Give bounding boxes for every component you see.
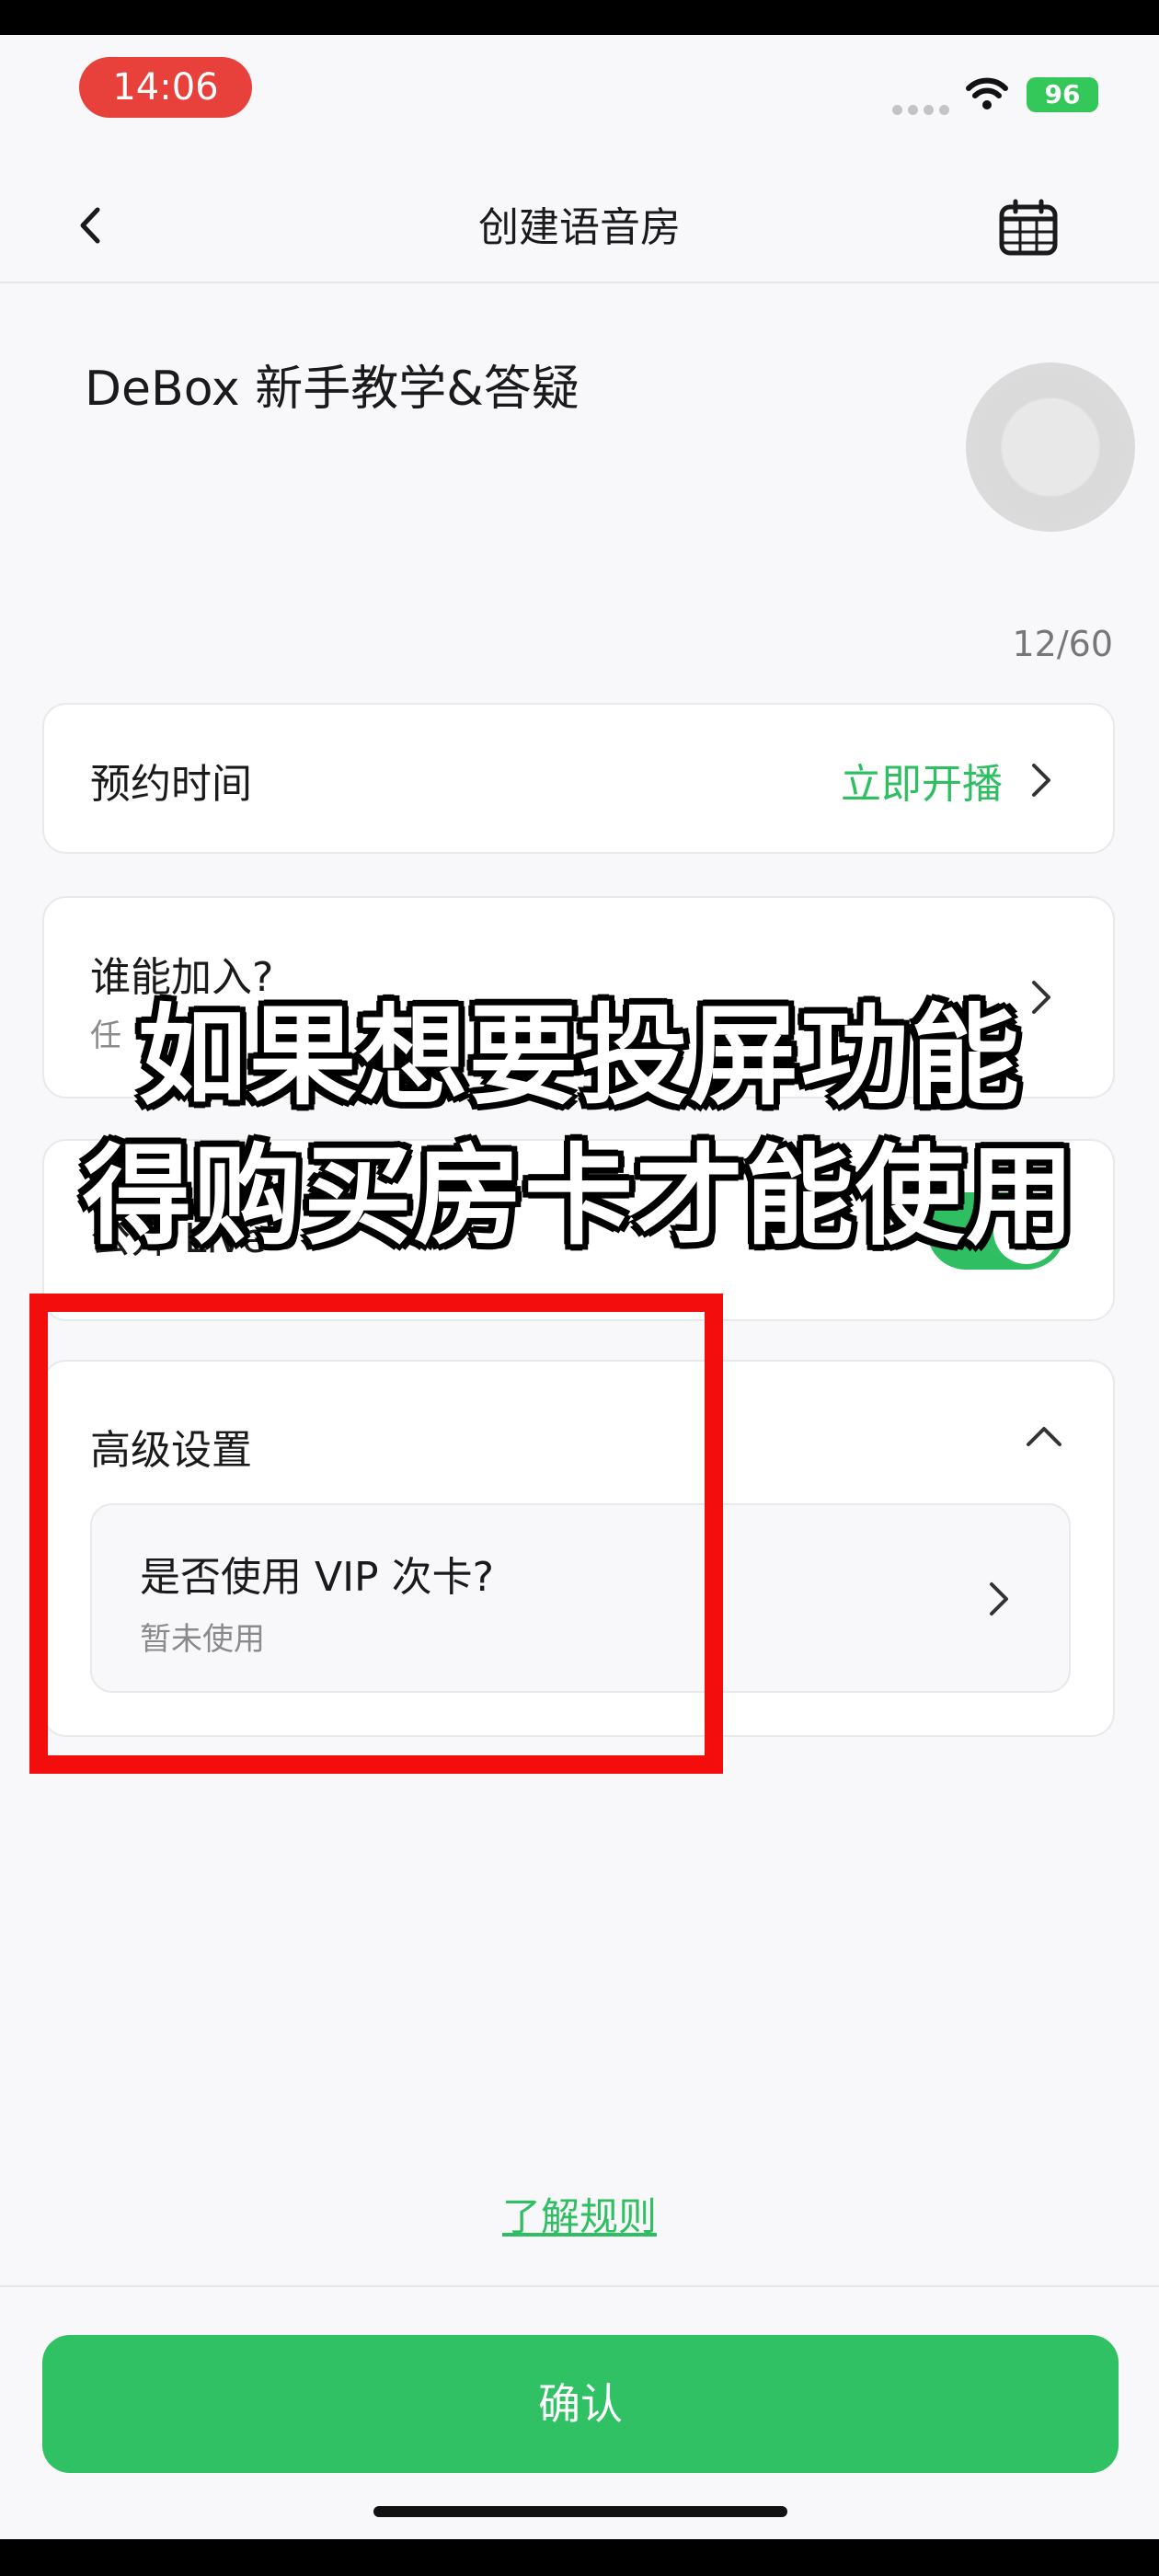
status-bar: 14:06 96 <box>0 35 1159 145</box>
room-name-input[interactable]: DeBox 新手教学&答疑 <box>85 357 580 421</box>
wifi-icon <box>966 77 1008 109</box>
chevron-right-icon <box>1032 764 1050 797</box>
chevron-right-icon <box>990 1582 1008 1616</box>
calendar-icon[interactable] <box>997 199 1060 258</box>
home-indicator <box>373 2506 787 2517</box>
screen: 14:06 96 创建语音房 DeBox 新手教学&答疑 12/60 预约时间 … <box>0 35 1159 2539</box>
caption-line-2: 得购买房卡才能使用 <box>82 1133 1076 1259</box>
battery-level: 96 <box>1044 79 1081 109</box>
char-count: 12/60 <box>1012 624 1113 664</box>
nav-bar: 创建语音房 <box>0 173 1159 283</box>
schedule-value: 立即开播 <box>841 761 1003 808</box>
caption-line-1: 如果想要投屏功能 <box>137 993 1021 1120</box>
chevron-up-icon[interactable] <box>1025 1422 1063 1450</box>
signal-icon <box>892 101 955 119</box>
schedule-label: 预约时间 <box>90 761 252 808</box>
bottom-divider <box>0 2285 1159 2287</box>
battery-icon: 96 <box>1027 77 1098 112</box>
highlight-box <box>29 1294 723 1774</box>
room-avatar[interactable] <box>966 362 1135 532</box>
page-title: 创建语音房 <box>478 204 681 251</box>
schedule-row[interactable]: 预约时间 立即开播 <box>42 703 1115 854</box>
status-time: 14:06 <box>79 57 252 118</box>
rules-link[interactable]: 了解规则 <box>0 2186 1159 2242</box>
confirm-button[interactable]: 确认 <box>42 2335 1119 2473</box>
